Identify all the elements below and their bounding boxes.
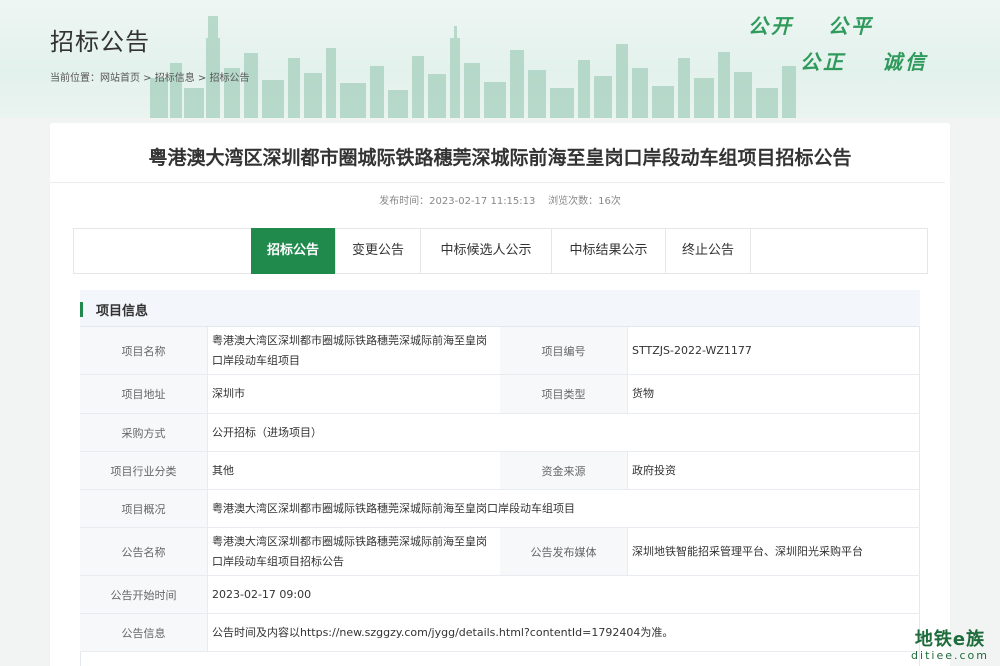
value-fund-source: 政府投资 [632, 463, 676, 477]
breadcrumb: 当前位置：网站首页 > 招标信息 > 招标公告 [50, 73, 250, 84]
header-accent-bar [80, 302, 83, 317]
info-row-purchase: 采购方式 公开招标（进场项目） [80, 414, 920, 452]
title-divider [50, 182, 945, 183]
value-start-time: 2023-02-17 09:00 [212, 587, 312, 601]
label-notice-info: 公告信息 [80, 614, 207, 651]
city-skyline-illustration [150, 16, 796, 118]
watermark-domain: ditiee.com [911, 649, 989, 662]
publish-meta: 发布时间：2023-02-17 11:15:13 浏览次数：16次 [379, 196, 621, 207]
page-title: 招标公告 [50, 28, 150, 56]
announcement-title: 粤港澳大湾区深圳都市圈城际铁路穗莞深城际前海至皇岗口岸段动车组项目招标公告 [148, 147, 852, 169]
tab-tender-notice[interactable]: 招标公告 [251, 228, 336, 274]
project-info-header: 项目信息 [80, 290, 920, 327]
tab-candidate-notice[interactable]: 中标候选人公示 [421, 229, 552, 273]
slogan-open: 公开 [748, 14, 794, 38]
info-row-overview: 项目概况 粤港澳大湾区深圳都市圈城际铁路穗莞深城际前海至皇岗口岸段动车组项目 [80, 490, 920, 528]
slogan-just: 公正 [800, 50, 846, 74]
value-notice-info: 公告时间及内容以https://new.szggzy.com/jygg/deta… [212, 625, 674, 639]
label-overview: 项目概况 [80, 490, 207, 527]
tab-result-notice[interactable]: 中标结果公示 [552, 229, 666, 273]
label-publish-media: 公告发布媒体 [500, 528, 627, 575]
label-project-name: 项目名称 [80, 327, 207, 374]
value-publish-media: 深圳地铁智能招采管理平台、深圳阳光采购平台 [632, 544, 863, 558]
label-start-time: 公告开始时间 [80, 576, 207, 613]
info-row-notice-info: 公告信息 公告时间及内容以https://new.szggzy.com/jygg… [80, 614, 920, 652]
tab-termination-notice[interactable]: 终止公告 [666, 229, 751, 273]
label-project-type: 项目类型 [500, 375, 627, 413]
label-fund-source: 资金来源 [500, 452, 627, 489]
label-project-no: 项目编号 [500, 327, 627, 374]
label-notice-name: 公告名称 [80, 528, 207, 575]
site-watermark: 地铁e族 ditiee.com [905, 625, 995, 662]
value-project-no: STTZJS-2022-WZ1177 [632, 343, 752, 357]
tab-change-notice[interactable]: 变更公告 [336, 229, 421, 273]
value-overview: 粤港澳大湾区深圳都市圈城际铁路穗莞深城际前海至皇岗口岸段动车组项目 [212, 501, 575, 515]
slogan-fair: 公平 [828, 14, 874, 38]
info-row-project-name: 项目名称 粤港澳大湾区深圳都市圈城际铁路穗莞深城际前海至皇岗口岸段动车组项目 项… [80, 327, 920, 375]
value-address: 深圳市 [212, 387, 245, 400]
label-industry: 项目行业分类 [80, 452, 207, 489]
announcement-tabs: 招标公告 变更公告 中标候选人公示 中标结果公示 终止公告 [73, 228, 928, 274]
project-info-heading: 项目信息 [96, 304, 149, 319]
info-row-address: 项目地址 深圳市 项目类型 货物 [80, 375, 920, 414]
label-purchase-method: 采购方式 [80, 414, 207, 451]
slogan-integrity: 诚信 [882, 50, 928, 74]
value-project-type: 货物 [632, 387, 654, 400]
info-row-start-time: 公告开始时间 2023-02-17 09:00 [80, 576, 920, 614]
info-row-industry: 项目行业分类 其他 资金来源 政府投资 [80, 452, 920, 490]
value-purchase-method: 公开招标（进场项目） [212, 425, 322, 439]
label-address: 项目地址 [80, 375, 207, 413]
value-notice-name: 粤港澳大湾区深圳都市圈城际铁路穗莞深城际前海至皇岗口岸段动车组项目招标公告 [212, 534, 487, 568]
value-project-name: 粤港澳大湾区深圳都市圈城际铁路穗莞深城际前海至皇岗口岸段动车组项目 [212, 333, 487, 367]
value-industry: 其他 [212, 463, 234, 477]
info-row-notice-name: 公告名称 粤港澳大湾区深圳都市圈城际铁路穗莞深城际前海至皇岗口岸段动车组项目招标… [80, 528, 920, 576]
watermark-text: 地铁e族 [914, 629, 986, 650]
header-banner: 招标公告 当前位置：网站首页 > 招标信息 > 招标公告 公开 公平 公正 诚信 [0, 0, 1000, 118]
